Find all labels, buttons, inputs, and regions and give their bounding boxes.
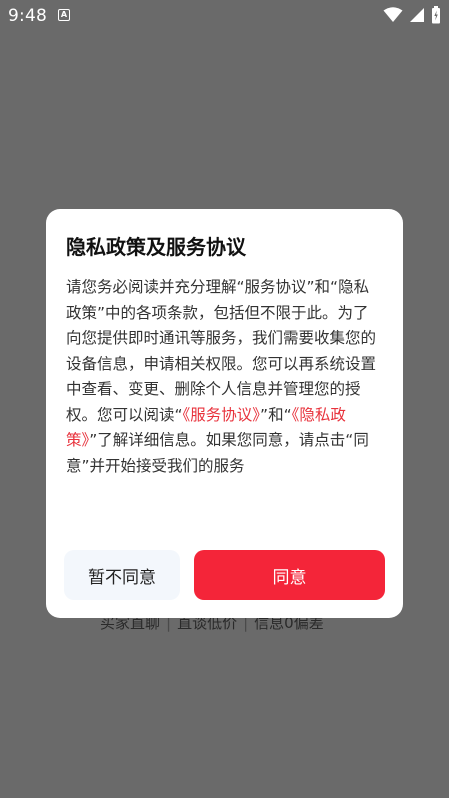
disagree-button[interactable]: 暂不同意 [64,550,180,600]
privacy-dialog: 隐私政策及服务协议 请您务必阅读并充分理解“服务协议”和“隐私政策”中的各项条款… [46,209,403,618]
status-bar: 9:48 A [0,0,449,32]
notification-icon: A [58,9,70,21]
status-time: 9:48 [8,6,47,26]
dialog-body: 请您务必阅读并充分理解“服务协议”和“隐私政策”中的各项条款，包括但不限于此。为… [66,275,383,479]
body-text-intro: 请您务必阅读并充分理解“服务协议”和“隐私政策”中的各项条款，包括但不限于此。为… [66,278,377,424]
service-agreement-link[interactable]: 《服务协议》 [183,406,261,424]
dialog-button-row: 暂不同意 同意 [64,550,385,600]
dialog-title: 隐私政策及服务协议 [66,235,246,259]
agree-button[interactable]: 同意 [194,550,385,600]
battery-icon [432,6,440,24]
body-text-outro: ”了解详细信息。如果您同意，请点击“同意”并开始接受我们的服务 [66,431,369,475]
status-icons [383,6,441,24]
wifi-icon [383,7,403,22]
signal-icon [410,8,424,22]
body-text-and: ”和“ [260,405,292,424]
